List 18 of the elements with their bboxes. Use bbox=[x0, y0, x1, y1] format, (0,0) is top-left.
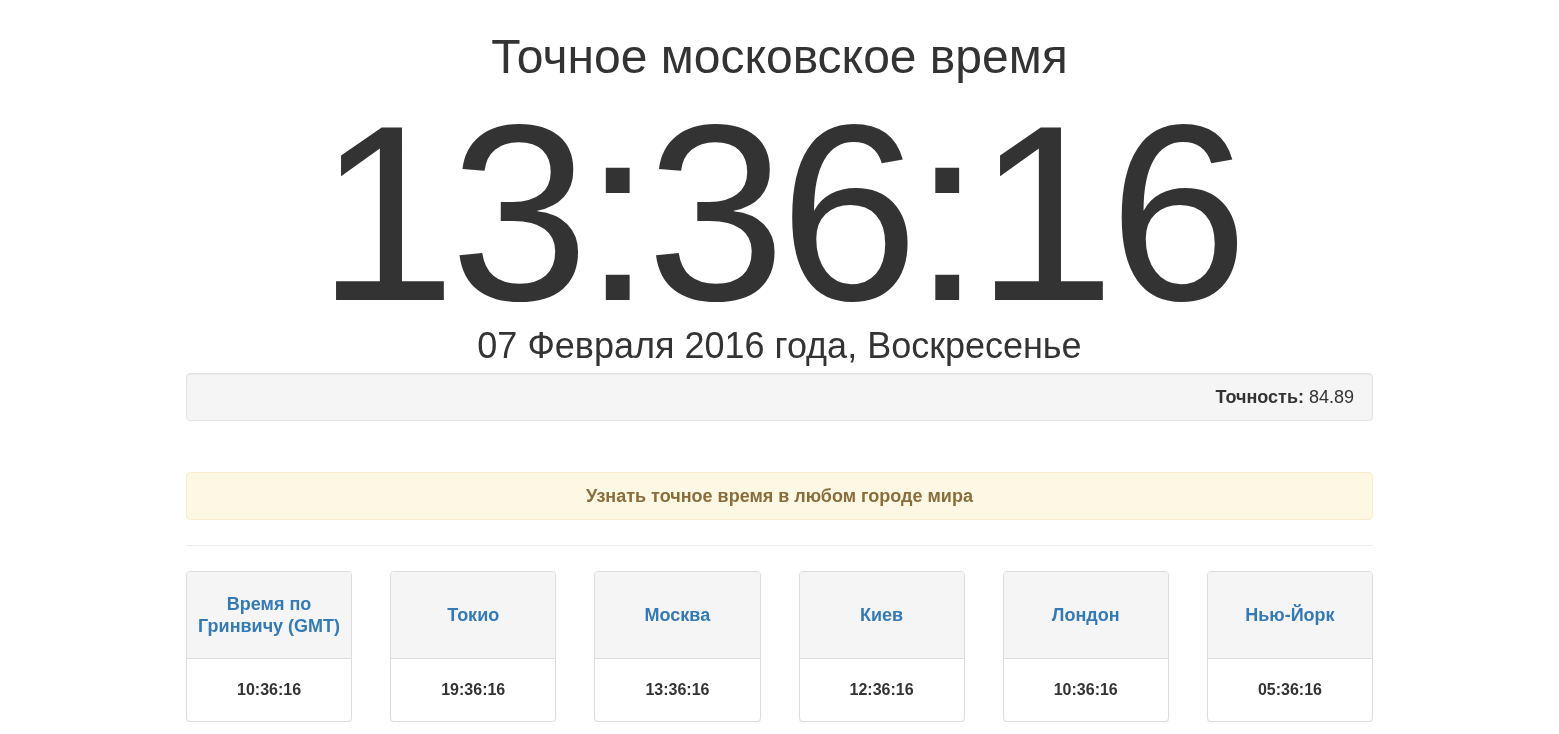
city-link[interactable]: Лондон bbox=[1051, 604, 1120, 626]
city-time: 05:36:16 bbox=[1257, 681, 1322, 699]
city-time: 19:36:16 bbox=[441, 681, 506, 699]
page-title: Точное московское время bbox=[491, 30, 1068, 83]
date-text: 07 Февраля 2016 года, Воскресенье bbox=[477, 326, 1082, 366]
city-time: 13:36:16 bbox=[645, 681, 710, 699]
city-link[interactable]: Время по Гринвичу (GMT) bbox=[189, 593, 350, 637]
city-link[interactable]: Москва bbox=[644, 604, 711, 626]
city-link[interactable]: Нью-Йорк bbox=[1245, 604, 1335, 626]
city-link[interactable]: Токио bbox=[447, 604, 500, 626]
banner-text: Узнать точное время в любом городе мира bbox=[586, 485, 973, 507]
city-time: 12:36:16 bbox=[849, 681, 914, 699]
city-time: 10:36:16 bbox=[1053, 681, 1118, 699]
city-link[interactable]: Киев bbox=[860, 604, 904, 626]
clock-time: 13:36:16 bbox=[316, 101, 1243, 326]
accuracy-value: 84.89 bbox=[1308, 386, 1354, 408]
accuracy-label: Точность: bbox=[1215, 386, 1304, 408]
city-time: 10:36:16 bbox=[237, 681, 302, 699]
